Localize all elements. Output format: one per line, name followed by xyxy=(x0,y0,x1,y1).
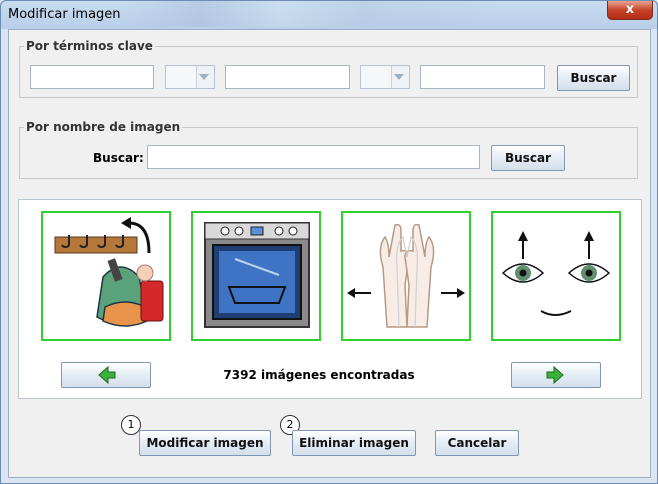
keyword-field-2[interactable] xyxy=(225,65,350,89)
hands-sweep-icon xyxy=(347,223,465,328)
close-button[interactable]: x xyxy=(607,1,653,20)
green-right-arrow-icon xyxy=(546,365,564,385)
keyword-operator-combo-2[interactable] xyxy=(360,65,410,89)
keywords-group-legend: Por términos clave xyxy=(26,39,153,53)
thumbnail-hands-sweep[interactable] xyxy=(341,211,471,341)
next-page-button[interactable] xyxy=(511,362,601,388)
name-search-label: Buscar: xyxy=(93,151,144,165)
modify-image-dialog: Modificar imagen x Por términos clave Bu… xyxy=(0,0,658,484)
previous-page-button[interactable] xyxy=(61,362,151,388)
coat-rack-backpack-icon xyxy=(54,217,164,327)
image-results-panel: 7392 imágenes encontradas xyxy=(18,199,642,399)
name-search-button[interactable]: Buscar xyxy=(491,145,565,171)
eyes-raised-icon xyxy=(501,231,611,316)
name-search-input[interactable] xyxy=(147,145,480,169)
dialog-content: Por términos clave Buscar Por nombre de … xyxy=(8,29,651,478)
oven-icon xyxy=(204,222,310,328)
chevron-down-icon xyxy=(199,74,209,80)
thumbnail-oven[interactable] xyxy=(191,211,321,341)
window-title: Modificar imagen xyxy=(8,7,121,22)
name-group-legend: Por nombre de imagen xyxy=(26,120,181,134)
keyword-field-3[interactable] xyxy=(420,65,545,89)
results-count: 7392 imágenes encontradas xyxy=(223,368,415,382)
cancel-button[interactable]: Cancelar xyxy=(435,430,519,456)
thumbnail-coat-rack-backpack[interactable] xyxy=(41,211,171,341)
keyword-operator-combo-1[interactable] xyxy=(165,65,215,89)
keyword-search-button[interactable]: Buscar xyxy=(557,65,630,91)
modify-image-button[interactable]: Modificar imagen xyxy=(139,430,271,456)
step-badge-1: 1 xyxy=(121,415,141,435)
delete-image-button[interactable]: Eliminar imagen xyxy=(292,430,416,456)
titlebar-background xyxy=(121,1,521,27)
chevron-down-icon xyxy=(394,74,404,80)
green-left-arrow-icon xyxy=(98,365,116,385)
keyword-field-1[interactable] xyxy=(30,65,154,89)
thumbnail-eyes-raised[interactable] xyxy=(491,211,621,341)
